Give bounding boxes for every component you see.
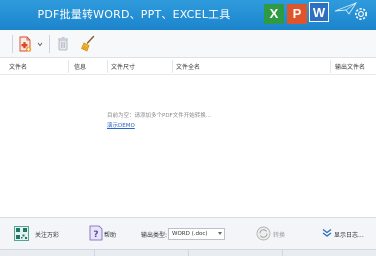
help-icon[interactable]: ?: [89, 225, 103, 241]
file-table-body[interactable]: [0, 75, 376, 217]
status-bar: [0, 249, 376, 256]
empty-list-hint: 目前为空：请添加多个PDF文件开始转换...: [107, 113, 211, 119]
demo-link[interactable]: 演示DEMO: [107, 121, 135, 129]
app-window: PDF批量转WORD、PPT、EXCEL工具 X P W 文件名 信息 文件尺寸…: [0, 0, 376, 256]
output-type-value: WORD (.doc): [172, 231, 208, 237]
column-header-info[interactable]: 信息: [74, 62, 86, 71]
qr-code-icon[interactable]: [14, 226, 29, 241]
chevron-down-icon[interactable]: [37, 34, 43, 54]
excel-badge-icon: X: [264, 4, 284, 24]
show-log-button[interactable]: 显示日志...: [334, 230, 364, 239]
file-table-header: 文件名 信息 文件尺寸 文件全名 输出文件名: [0, 58, 376, 75]
output-type-select[interactable]: WORD (.doc): [168, 228, 225, 240]
trash-icon[interactable]: [56, 34, 70, 54]
status-separator: [282, 250, 283, 256]
word-badge-icon: W: [309, 2, 329, 22]
toolbar-separator: [49, 35, 50, 53]
column-separator[interactable]: [172, 60, 173, 73]
convert-icon[interactable]: [256, 226, 271, 241]
column-header-fullname[interactable]: 文件全名: [176, 62, 200, 71]
chevron-down-icon: [218, 232, 222, 235]
ppt-badge-icon: P: [287, 4, 307, 24]
help-button[interactable]: 帮助: [104, 230, 116, 239]
column-separator[interactable]: [330, 60, 331, 73]
bottom-bar: 关注万彩 ? 帮助 输出类型: WORD (.doc) 转换 显示日志...: [0, 217, 376, 249]
double-chevron-down-icon[interactable]: [322, 228, 332, 238]
status-separator: [94, 250, 95, 256]
convert-button[interactable]: 转换: [273, 230, 285, 239]
column-header-filename[interactable]: 文件名: [9, 62, 27, 71]
toolbar: [0, 30, 376, 58]
title-bar: PDF批量转WORD、PPT、EXCEL工具 X P W: [0, 0, 376, 30]
status-separator: [188, 250, 189, 256]
add-pdf-icon[interactable]: [18, 34, 32, 54]
window-title: PDF批量转WORD、PPT、EXCEL工具: [37, 8, 231, 21]
output-type-label: 输出类型:: [141, 232, 168, 239]
column-header-output-name[interactable]: 输出文件名: [335, 62, 365, 71]
column-separator[interactable]: [68, 60, 69, 73]
settings-gear-icon[interactable]: [352, 5, 370, 23]
broom-icon[interactable]: [80, 34, 96, 54]
svg-text:?: ?: [93, 230, 98, 240]
toolbar-separator: [12, 35, 13, 53]
follow-button[interactable]: 关注万彩: [35, 230, 59, 239]
column-header-filesize[interactable]: 文件尺寸: [111, 62, 135, 71]
column-separator[interactable]: [107, 60, 108, 73]
